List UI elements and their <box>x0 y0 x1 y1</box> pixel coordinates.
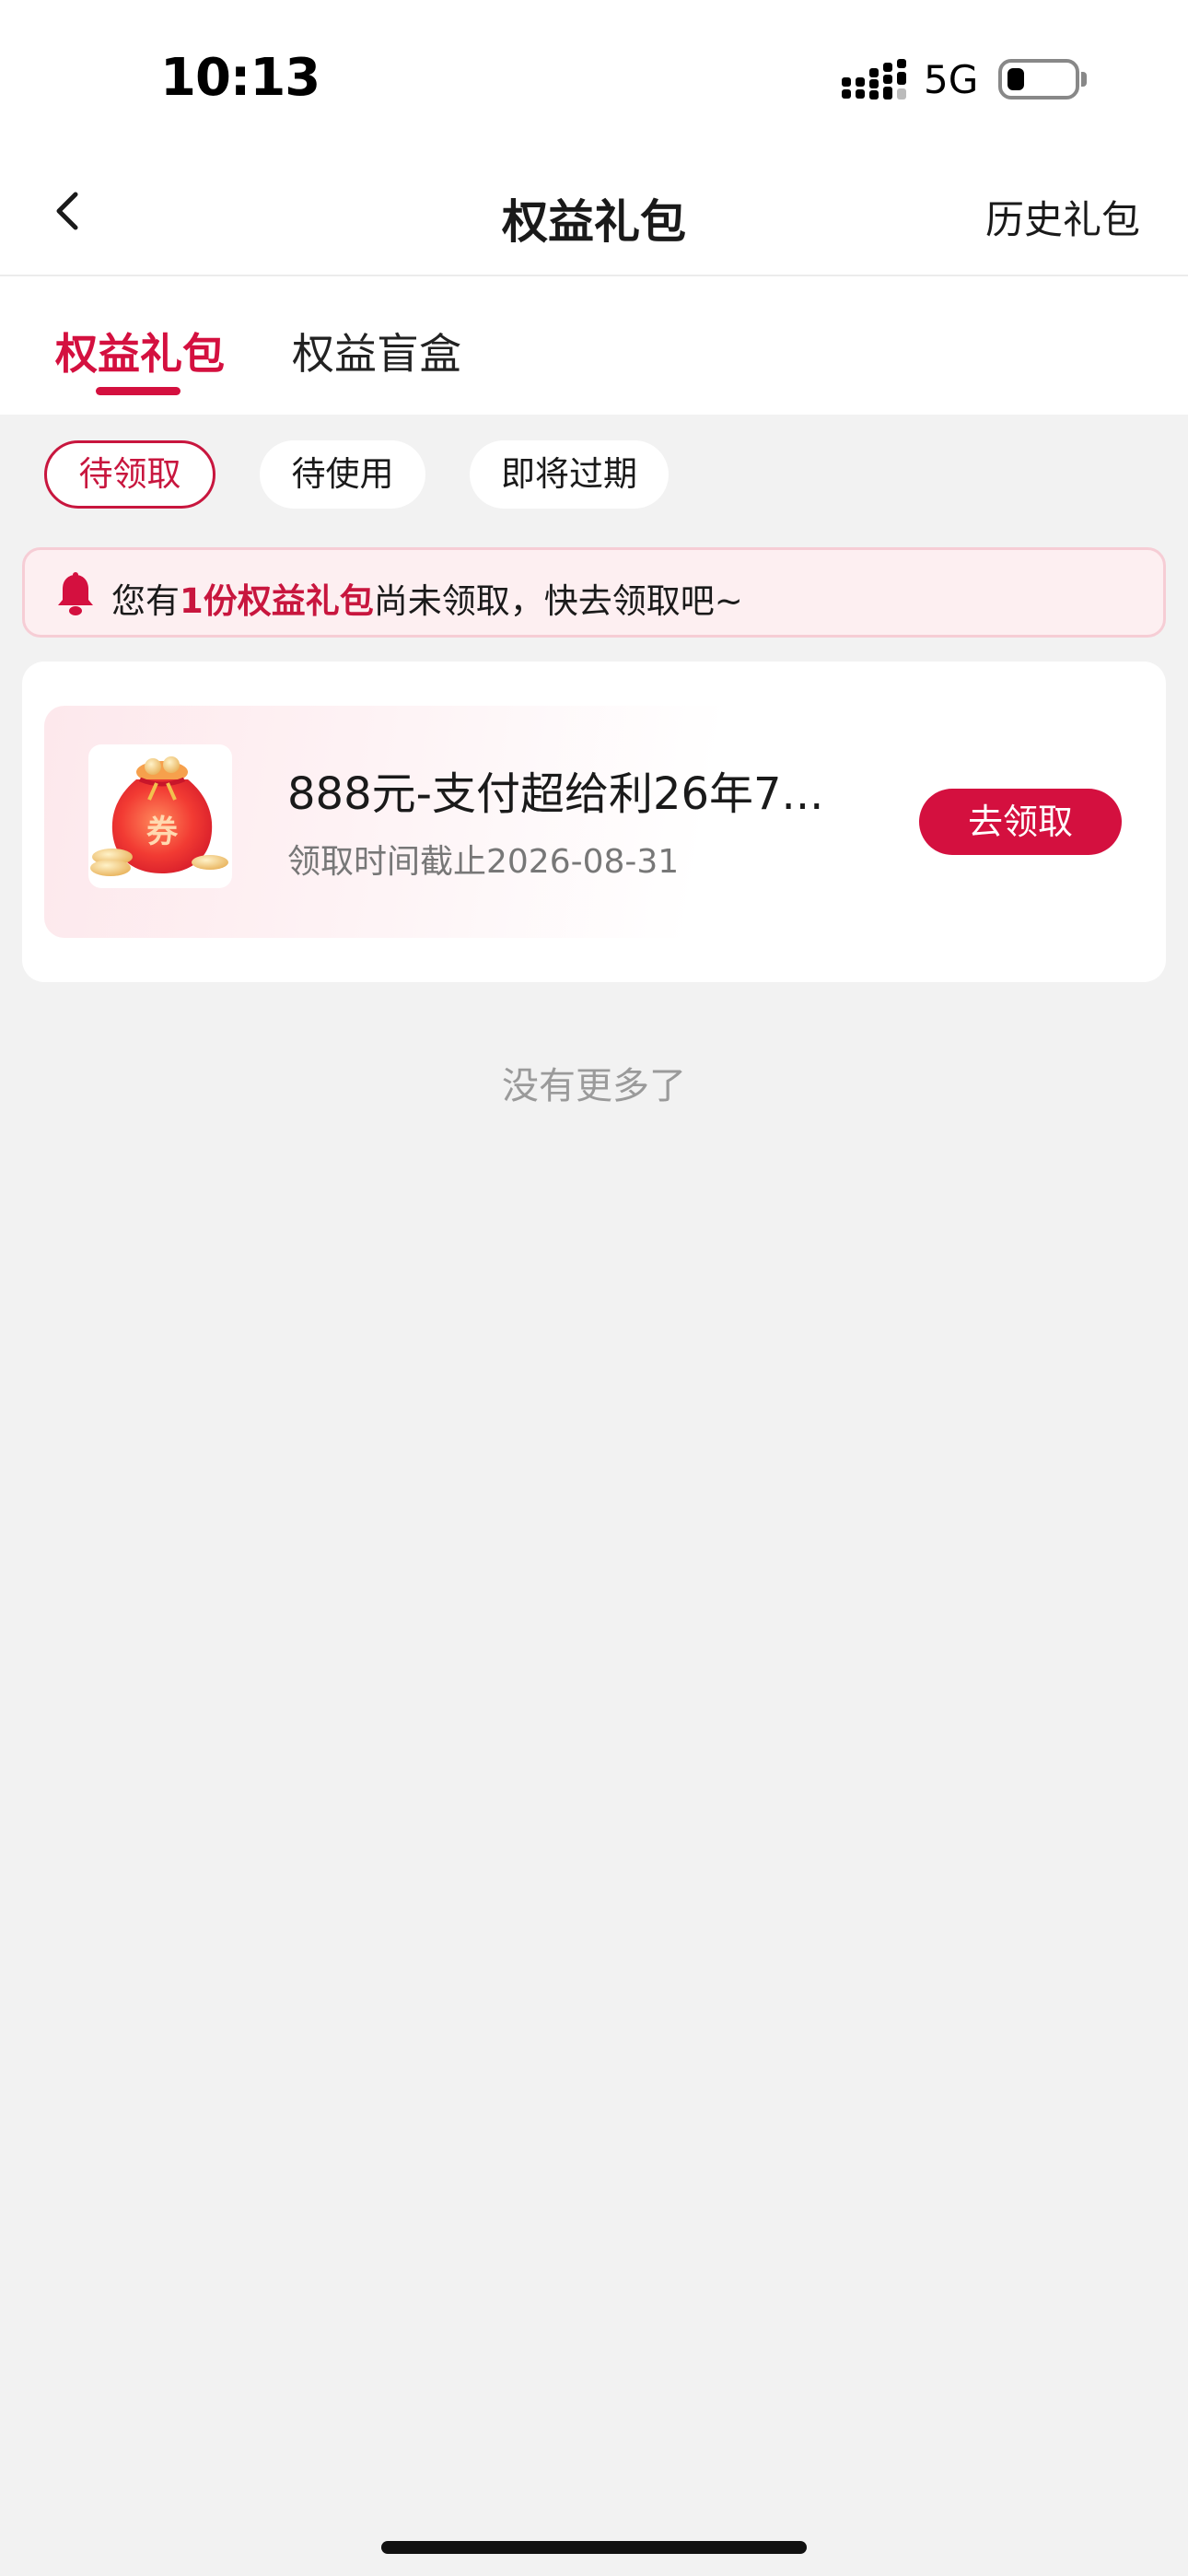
page: 10:13 5G 权益礼包 历史礼包 权益礼包 权益盲盒 待领取 待使用 即将过… <box>0 0 1188 2576</box>
bell-icon <box>58 572 93 615</box>
battery-cap <box>1081 72 1087 87</box>
gift-title: 888元-支付超给利26年7... <box>287 768 824 820</box>
tab-active-indicator <box>96 387 181 395</box>
home-indicator[interactable] <box>381 2541 807 2554</box>
claim-button[interactable]: 去领取 <box>919 789 1122 855</box>
gift-deadline: 领取时间截止2026-08-31 <box>287 843 680 881</box>
notice-prefix: 您有 <box>111 581 180 621</box>
navbar: 权益礼包 历史礼包 <box>0 152 1188 276</box>
notice-banner: 您有1份权益礼包尚未领取，快去领取吧~ <box>22 547 1166 638</box>
red-envelope-coupon-icon: 券 <box>88 744 232 888</box>
tab-benefit-gift[interactable]: 权益礼包 <box>55 321 225 381</box>
tab-blind-box[interactable]: 权益盲盒 <box>292 321 461 381</box>
battery-icon <box>998 59 1079 100</box>
status-bar: 10:13 5G <box>0 0 1188 152</box>
signal-icon <box>842 59 906 100</box>
tab-bar: 权益礼包 权益盲盒 <box>0 276 1188 415</box>
notice-suffix: 尚未领取，快去领取吧~ <box>373 581 743 621</box>
history-gifts-link[interactable]: 历史礼包 <box>985 189 1140 245</box>
network-label: 5G <box>924 57 979 102</box>
coupon-thumb-text: 券 <box>146 814 179 850</box>
gift-card: 券 888元-支付超给利26年7... 领取时间截止2026-08-31 去领取 <box>22 662 1166 982</box>
gift-card-inner: 券 888元-支付超给利26年7... 领取时间截止2026-08-31 去领取 <box>44 706 1144 938</box>
no-more-text: 没有更多了 <box>502 1065 686 1107</box>
filter-pending-use[interactable]: 待使用 <box>260 440 425 509</box>
status-time: 10:13 <box>160 48 320 108</box>
filter-expiring-soon[interactable]: 即将过期 <box>470 440 669 509</box>
notice-highlight: 1份权益礼包 <box>180 581 374 621</box>
notice-text: 您有1份权益礼包尚未领取，快去领取吧~ <box>111 573 743 623</box>
filter-pending-claim[interactable]: 待领取 <box>44 440 215 509</box>
